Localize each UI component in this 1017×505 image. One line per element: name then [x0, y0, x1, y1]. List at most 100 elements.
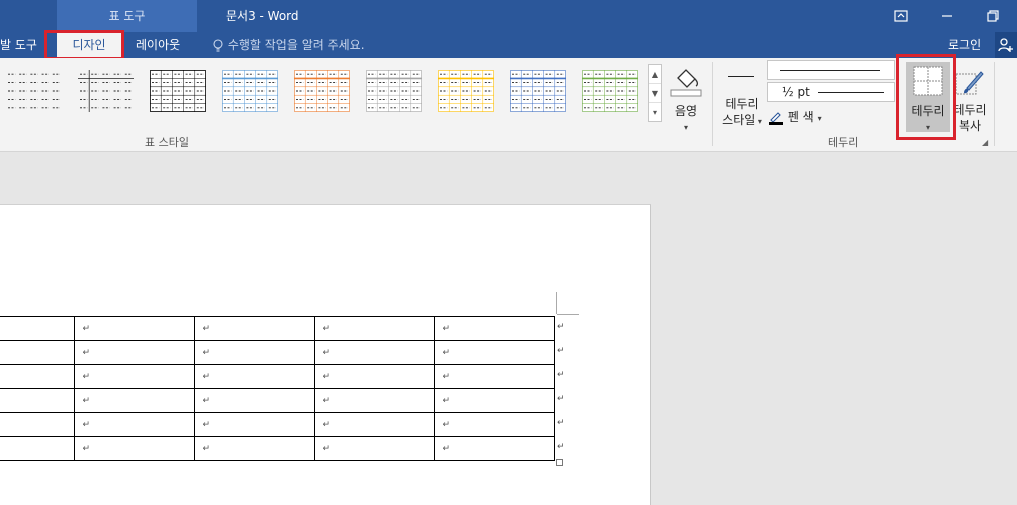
border-painter-label-line1: 테두리: [953, 103, 987, 117]
gallery-down-button[interactable]: ▼: [649, 84, 661, 103]
table-row: ↵ ↵ ↵ ↵: [0, 340, 555, 365]
dialog-launcher-icon[interactable]: ◢: [982, 138, 988, 147]
table-cell[interactable]: ↵: [313, 316, 435, 341]
table-cell[interactable]: ↵: [433, 316, 555, 341]
table-cell[interactable]: ↵: [313, 340, 435, 365]
table-cell[interactable]: ↵: [73, 388, 195, 413]
table-cell[interactable]: ↵: [193, 436, 315, 461]
minimize-button[interactable]: [924, 0, 970, 32]
border-painter-button[interactable]: 테두리 복사: [952, 62, 988, 134]
row-end-mark: ↵: [557, 442, 565, 452]
pen-color-icon: [769, 111, 783, 125]
shading-button[interactable]: 음영 ▾: [664, 64, 708, 133]
border-styles-label-line2: 스타일: [722, 113, 756, 127]
line-style-select[interactable]: [767, 60, 895, 80]
table-row: ↵ ↵ ↵ ↵: [0, 436, 555, 461]
chevron-down-icon: ▾: [755, 117, 762, 126]
border-painter-label: 테두리 복사: [952, 102, 988, 134]
border-styles-button[interactable]: 테두리 스타일 ▾: [716, 68, 766, 130]
share-user-icon[interactable]: [995, 32, 1017, 58]
pen-color-button[interactable]: 펜 색 ▾: [768, 108, 822, 125]
document-table[interactable]: ↵ ↵ ↵ ↵ ↵ ↵ ↵ ↵ ↵ ↵ ↵ ↵ ↵ ↵ ↵ ↵ ↵ ↵ ↵ ↵ ↵ ↵ ↵ ↵: [0, 316, 555, 461]
table-cell[interactable]: ↵: [313, 364, 435, 389]
table-cell[interactable]: ↵: [193, 340, 315, 365]
table-cell[interactable]: ↵: [433, 412, 555, 437]
table-style-accent5[interactable]: [510, 70, 566, 112]
table-cell[interactable]: ↵: [193, 412, 315, 437]
table-row: ↵ ↵ ↵ ↵: [0, 316, 555, 341]
table-cell[interactable]: [0, 364, 75, 389]
table-style-accent2[interactable]: [294, 70, 350, 112]
table-cell[interactable]: ↵: [73, 436, 195, 461]
table-style-accent1[interactable]: [222, 70, 278, 112]
table-cell[interactable]: [0, 388, 75, 413]
gallery-more-button[interactable]: ▾: [649, 103, 661, 122]
line-style-preview: [780, 70, 880, 71]
table-cell[interactable]: ↵: [73, 364, 195, 389]
document-title: 문서3 - Word: [226, 9, 299, 23]
table-cell[interactable]: ↵: [313, 388, 435, 413]
borders-button-highlight: [896, 54, 956, 140]
ribbon-tab-row: 발 도구 디자인 레이아웃 수행할 작업을 알려 주세요. 로그인: [0, 32, 1017, 58]
tab-developer[interactable]: 발 도구: [0, 32, 47, 58]
table-row: ↵ ↵ ↵ ↵: [0, 412, 555, 437]
table-resize-handle[interactable]: [556, 459, 563, 466]
table-styles-group-label: 표 스타일: [145, 136, 189, 149]
table-cell[interactable]: ↵: [313, 436, 435, 461]
table-row: ↵ ↵ ↵ ↵: [0, 388, 555, 413]
line-weight-value: ½ pt: [782, 85, 810, 99]
table-cell[interactable]: ↵: [433, 436, 555, 461]
table-cell[interactable]: ↵: [433, 364, 555, 389]
row-end-mark: ↵: [557, 370, 565, 380]
pen-color-label: 펜 색: [787, 110, 814, 124]
user-add-icon: [998, 38, 1013, 52]
table-style-grid-light[interactable]: [78, 70, 134, 112]
table-cell[interactable]: [0, 436, 75, 461]
row-end-mark: ↵: [557, 322, 565, 332]
table-cell[interactable]: ↵: [313, 412, 435, 437]
table-cell[interactable]: ↵: [73, 412, 195, 437]
table-tools-context-header: 표 도구: [57, 0, 197, 32]
chevron-down-icon: ▾: [683, 123, 688, 132]
gallery-up-button[interactable]: ▲: [649, 65, 661, 84]
table-cell[interactable]: ↵: [193, 388, 315, 413]
tab-layout[interactable]: 레이아웃: [126, 32, 190, 58]
ribbon-display-options-button[interactable]: [878, 0, 924, 32]
chevron-down-icon: ▾: [817, 114, 822, 123]
minimize-icon: [942, 14, 952, 17]
line-weight-select[interactable]: ½ pt: [767, 82, 895, 102]
table-style-grid[interactable]: [150, 70, 206, 112]
paint-bucket-icon: [670, 69, 702, 97]
table-style-accent4[interactable]: [438, 70, 494, 112]
ribbon-design: ▲ ▼ ▾ 표 스타일 음영 ▾ 테두리 스타일 ▾ ½ pt 펜 색 ▾ 테두…: [0, 58, 1017, 152]
margin-corner-mark: [557, 314, 579, 315]
border-line-icon: [728, 76, 754, 77]
border-styles-label-line1: 테두리: [725, 97, 759, 111]
paintbrush-icon: [955, 71, 984, 95]
table-cell[interactable]: ↵: [73, 316, 195, 341]
restore-icon: [987, 9, 999, 22]
ribbon-display-icon: [894, 9, 908, 22]
lightbulb-icon: [213, 38, 223, 52]
shading-label: 음영 ▾: [664, 102, 708, 133]
shading-label-text: 음영: [674, 104, 698, 118]
group-separator: [994, 62, 995, 146]
restore-button[interactable]: [970, 0, 1016, 32]
table-body: ↵ ↵ ↵ ↵ ↵ ↵ ↵ ↵ ↵ ↵ ↵ ↵ ↵ ↵ ↵ ↵ ↵ ↵ ↵ ↵ ↵ ↵ ↵ ↵: [0, 316, 555, 461]
table-cell[interactable]: [0, 412, 75, 437]
table-cell[interactable]: ↵: [193, 316, 315, 341]
table-cell[interactable]: [0, 340, 75, 365]
row-end-mark: ↵: [557, 346, 565, 356]
margin-corner-mark: [556, 292, 557, 314]
table-cell[interactable]: ↵: [433, 388, 555, 413]
table-cell[interactable]: ↵: [433, 340, 555, 365]
tell-me-search[interactable]: 수행할 작업을 알려 주세요.: [212, 32, 365, 58]
table-style-plain[interactable]: [6, 70, 62, 112]
table-cell[interactable]: [0, 316, 75, 341]
table-cell[interactable]: ↵: [73, 340, 195, 365]
table-cell[interactable]: ↵: [193, 364, 315, 389]
tell-me-placeholder: 수행할 작업을 알려 주세요.: [227, 38, 365, 52]
table-style-accent6[interactable]: [582, 70, 638, 112]
table-styles-gallery: [0, 66, 648, 116]
table-style-accent3[interactable]: [366, 70, 422, 112]
